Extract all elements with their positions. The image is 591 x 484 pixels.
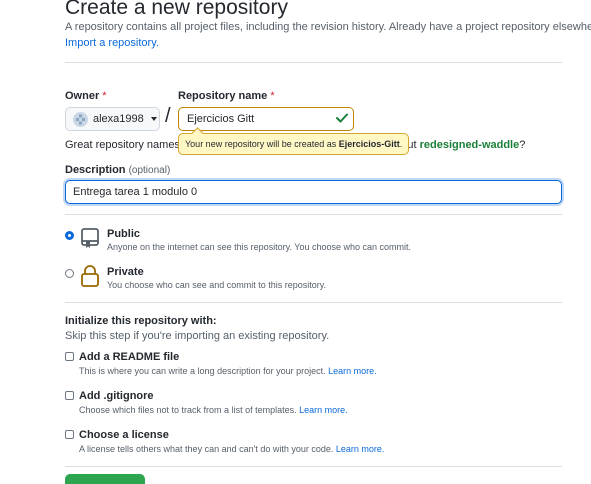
owner-value: alexa1998	[93, 113, 144, 125]
required-mark: *	[102, 90, 107, 102]
private-title: Private	[107, 266, 144, 278]
init-skip-note: Skip this step if you're importing an ex…	[65, 330, 330, 342]
import-repository-link[interactable]: Import a repository.	[65, 37, 159, 49]
create-repository-button[interactable]	[65, 474, 145, 484]
public-radio[interactable]	[65, 231, 74, 240]
license-learn-more-link[interactable]: Learn more.	[336, 444, 385, 454]
init-heading: Initialize this repository with:	[65, 315, 217, 327]
page-intro: A repository contains all project files,…	[65, 21, 591, 33]
gitignore-learn-more-link[interactable]: Learn more.	[299, 405, 348, 415]
avatar	[73, 111, 88, 127]
description-label: Description (optional)	[65, 164, 171, 176]
optional-label: (optional)	[128, 165, 171, 176]
public-description: Anyone on the internet can see this repo…	[107, 242, 412, 252]
check-icon	[336, 113, 348, 123]
readme-description: This is where you can write a long descr…	[79, 366, 377, 376]
private-description: You choose who can see and commit to thi…	[107, 280, 327, 290]
suggested-name[interactable]: redesigned-waddle	[420, 139, 520, 151]
required-mark: *	[270, 90, 275, 102]
license-title: Choose a license	[79, 429, 169, 441]
license-checkbox[interactable]	[65, 430, 74, 439]
divider	[65, 302, 562, 303]
readme-checkbox[interactable]	[65, 352, 74, 361]
gitignore-checkbox[interactable]	[65, 391, 74, 400]
divider	[65, 62, 562, 63]
gitignore-title: Add .gitignore	[79, 390, 154, 402]
divider	[65, 466, 562, 467]
chevron-down-icon	[150, 117, 157, 121]
repo-name-input[interactable]	[178, 107, 354, 131]
lock-icon	[81, 265, 99, 287]
page-title: Create a new repository	[65, 0, 288, 19]
license-description: A license tells others what they can and…	[79, 444, 385, 454]
readme-learn-more-link[interactable]: Learn more.	[328, 366, 377, 376]
user-avatar-icon	[76, 114, 85, 124]
repo-book-icon	[81, 228, 99, 248]
repo-name-hint: Great repository names ar	[65, 139, 193, 151]
private-radio[interactable]	[65, 269, 74, 278]
divider	[65, 214, 562, 215]
readme-title: Add a README file	[79, 351, 180, 363]
gitignore-description: Choose which files not to track from a l…	[79, 405, 348, 415]
owner-label: Owner *	[65, 90, 107, 102]
public-title: Public	[107, 228, 141, 240]
repo-name-tooltip: Your new repository will be created as E…	[178, 133, 410, 155]
owner-repo-separator: /	[165, 105, 171, 127]
description-input[interactable]	[65, 180, 562, 204]
repo-name-label: Repository name *	[178, 90, 275, 102]
repo-name-suggestion-text: about redesigned-waddle?	[389, 139, 526, 151]
owner-select-button[interactable]: alexa1998	[65, 107, 160, 131]
